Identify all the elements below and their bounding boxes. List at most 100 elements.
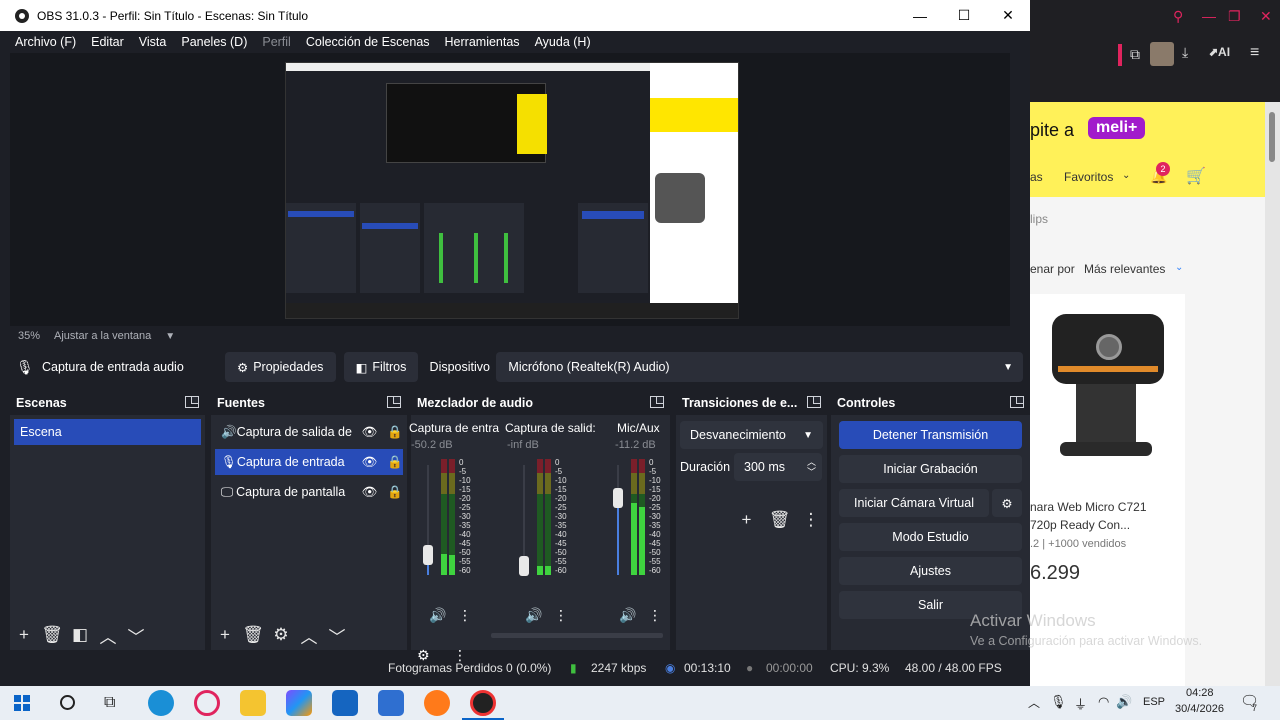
maximize-button[interactable]: ☐ bbox=[942, 0, 986, 31]
menu-tools[interactable]: Herramientas bbox=[445, 35, 520, 49]
arrow-up-icon[interactable]: ︿ bbox=[94, 622, 122, 648]
duration-input[interactable]: 300 ms ︿ ﹀ bbox=[734, 453, 822, 481]
trash-icon[interactable]: 🗑 bbox=[38, 622, 66, 648]
virtual-camera-settings-button[interactable]: ⚙ bbox=[992, 489, 1022, 517]
nav-fragment[interactable]: as bbox=[1030, 170, 1043, 184]
menu-view[interactable]: Vista bbox=[139, 35, 167, 49]
microphone-icon[interactable]: 🎙 bbox=[1050, 694, 1067, 710]
arrow-up-icon[interactable]: ︿ bbox=[295, 622, 323, 648]
settings-button[interactable]: Ajustes bbox=[839, 557, 1022, 585]
usb-icon[interactable]: ⏚ bbox=[1074, 694, 1087, 713]
scrollbar[interactable] bbox=[1265, 102, 1280, 686]
ai-icon[interactable]: ⬈AI bbox=[1208, 45, 1230, 59]
product-title[interactable]: nara Web Micro C721 bbox=[1030, 500, 1147, 514]
start-icon[interactable] bbox=[14, 695, 30, 711]
start-recording-button[interactable]: Iniciar Grabación bbox=[839, 455, 1022, 483]
arrow-down-icon[interactable]: ﹀ bbox=[323, 622, 351, 648]
chevron-up-icon[interactable]: ︿ bbox=[1028, 694, 1040, 711]
spinner-icon[interactable]: ︿ ﹀ bbox=[807, 457, 816, 477]
undock-icon[interactable] bbox=[387, 396, 401, 408]
menu-profile[interactable]: Perfil bbox=[262, 35, 290, 49]
undock-icon[interactable] bbox=[807, 396, 821, 408]
eye-icon[interactable]: 👁 bbox=[362, 485, 378, 500]
chevron-down-icon[interactable]: ▼ bbox=[165, 331, 175, 342]
more-icon[interactable]: ⋮ bbox=[458, 607, 472, 624]
close-icon[interactable]: ✕ bbox=[1260, 8, 1272, 25]
device-select[interactable]: Micrófono (Realtek(R) Audio) ▼ bbox=[496, 352, 1023, 382]
menu-help[interactable]: Ayuda (H) bbox=[535, 35, 591, 49]
wifi-icon[interactable]: ◠ bbox=[1098, 694, 1109, 710]
task-view-icon[interactable]: ⧉ bbox=[104, 694, 115, 712]
zoom-level[interactable]: 35% bbox=[18, 330, 40, 342]
undock-icon[interactable] bbox=[185, 396, 199, 408]
eye-icon[interactable]: 👁 bbox=[362, 425, 378, 440]
undock-icon[interactable] bbox=[650, 396, 664, 408]
lock-icon[interactable]: 🔒 bbox=[387, 455, 403, 470]
menu-file[interactable]: Archivo (F) bbox=[15, 35, 76, 49]
file-explorer-icon[interactable] bbox=[240, 690, 266, 716]
menu-docks[interactable]: Paneles (D) bbox=[181, 35, 247, 49]
sort-value[interactable]: Más relevantes bbox=[1084, 262, 1165, 276]
favorites-link[interactable]: Favoritos bbox=[1064, 170, 1113, 184]
firefox-icon[interactable] bbox=[424, 690, 450, 716]
lock-icon[interactable]: 🔒 bbox=[387, 485, 403, 500]
extension-icon[interactable]: ⧉ bbox=[1130, 46, 1140, 63]
clock-time[interactable]: 04:28 bbox=[1186, 687, 1214, 699]
minimize-button[interactable]: — bbox=[898, 0, 942, 31]
properties-button[interactable]: ⚙ Propiedades bbox=[225, 352, 336, 382]
clock-date[interactable]: 30/4/2026 bbox=[1175, 703, 1224, 715]
menu-icon[interactable]: ≡ bbox=[1250, 44, 1259, 62]
close-button[interactable]: ✕ bbox=[986, 0, 1030, 31]
source-item[interactable]: 🎙 Captura de entrada 👁 🔒 bbox=[215, 449, 403, 475]
menu-edit[interactable]: Editar bbox=[91, 35, 124, 49]
scene-item[interactable]: Escena bbox=[14, 419, 201, 445]
arrow-down-icon[interactable]: ﹀ bbox=[122, 622, 150, 648]
mute-speaker-icon[interactable]: 🔊 bbox=[525, 607, 542, 624]
eye-icon[interactable]: 👁 bbox=[362, 455, 378, 470]
source-item[interactable]: 🖵 Captura de pantalla 👁 🔒 bbox=[215, 479, 403, 505]
brand-badge[interactable]: meli+ bbox=[1088, 117, 1146, 139]
opera-icon[interactable] bbox=[194, 690, 220, 716]
lock-icon[interactable]: 🔒 bbox=[387, 425, 403, 440]
mute-speaker-icon[interactable]: 🔊 bbox=[619, 607, 636, 624]
cart-icon[interactable]: 🛒 bbox=[1186, 166, 1206, 186]
download-icon[interactable]: ⤓ bbox=[1182, 44, 1188, 61]
filters-button[interactable]: ◧ Filtros bbox=[343, 352, 418, 382]
obs-taskbar-icon[interactable] bbox=[470, 690, 496, 716]
add-icon[interactable]: + bbox=[730, 507, 763, 533]
language-indicator[interactable]: ESP bbox=[1143, 696, 1165, 708]
trash-icon[interactable]: 🗑 bbox=[239, 622, 267, 648]
undock-icon[interactable] bbox=[1010, 396, 1024, 408]
mixer-scrollbar[interactable] bbox=[491, 633, 663, 638]
minimize-icon[interactable]: — bbox=[1202, 8, 1216, 24]
source-item[interactable]: 🔊 Captura de salida de 👁 🔒 bbox=[215, 419, 403, 445]
mute-speaker-icon[interactable]: 🔊 bbox=[429, 607, 446, 624]
menu-scene-collection[interactable]: Colección de Escenas bbox=[306, 35, 430, 49]
gear-icon[interactable]: ⚙ bbox=[267, 622, 295, 648]
outlook-icon[interactable] bbox=[332, 690, 358, 716]
store-icon[interactable] bbox=[378, 690, 404, 716]
copilot-icon[interactable] bbox=[286, 690, 312, 716]
transition-select[interactable]: Desvanecimiento ▼ bbox=[680, 421, 823, 449]
preview-canvas[interactable] bbox=[285, 62, 739, 319]
restore-icon[interactable]: ❐ bbox=[1228, 8, 1241, 25]
studio-mode-button[interactable]: Modo Estudio bbox=[839, 523, 1022, 551]
start-virtual-camera-button[interactable]: Iniciar Cámara Virtual bbox=[839, 489, 989, 517]
stop-streaming-button[interactable]: Detener Transmisión bbox=[839, 421, 1022, 449]
fit-window-label[interactable]: Ajustar a la ventana bbox=[54, 330, 151, 342]
search-icon[interactable]: ⚲ bbox=[1173, 8, 1183, 25]
avatar[interactable] bbox=[1150, 42, 1174, 66]
volume-icon[interactable]: 🔊 bbox=[1116, 694, 1132, 710]
more-icon[interactable]: ⋮ bbox=[554, 607, 568, 624]
more-icon[interactable]: ⋮ bbox=[796, 507, 826, 533]
filter-icon[interactable]: ◧ bbox=[66, 622, 94, 648]
volume-fader-handle[interactable] bbox=[423, 545, 433, 565]
trash-icon[interactable]: 🗑 bbox=[763, 507, 796, 533]
volume-fader-handle[interactable] bbox=[613, 488, 623, 508]
add-icon[interactable]: + bbox=[10, 622, 38, 648]
edge-icon[interactable] bbox=[148, 690, 174, 716]
add-icon[interactable]: + bbox=[211, 622, 239, 648]
more-icon[interactable]: ⋮ bbox=[648, 607, 662, 624]
volume-fader-handle[interactable] bbox=[519, 556, 529, 576]
search-icon[interactable] bbox=[60, 695, 75, 710]
